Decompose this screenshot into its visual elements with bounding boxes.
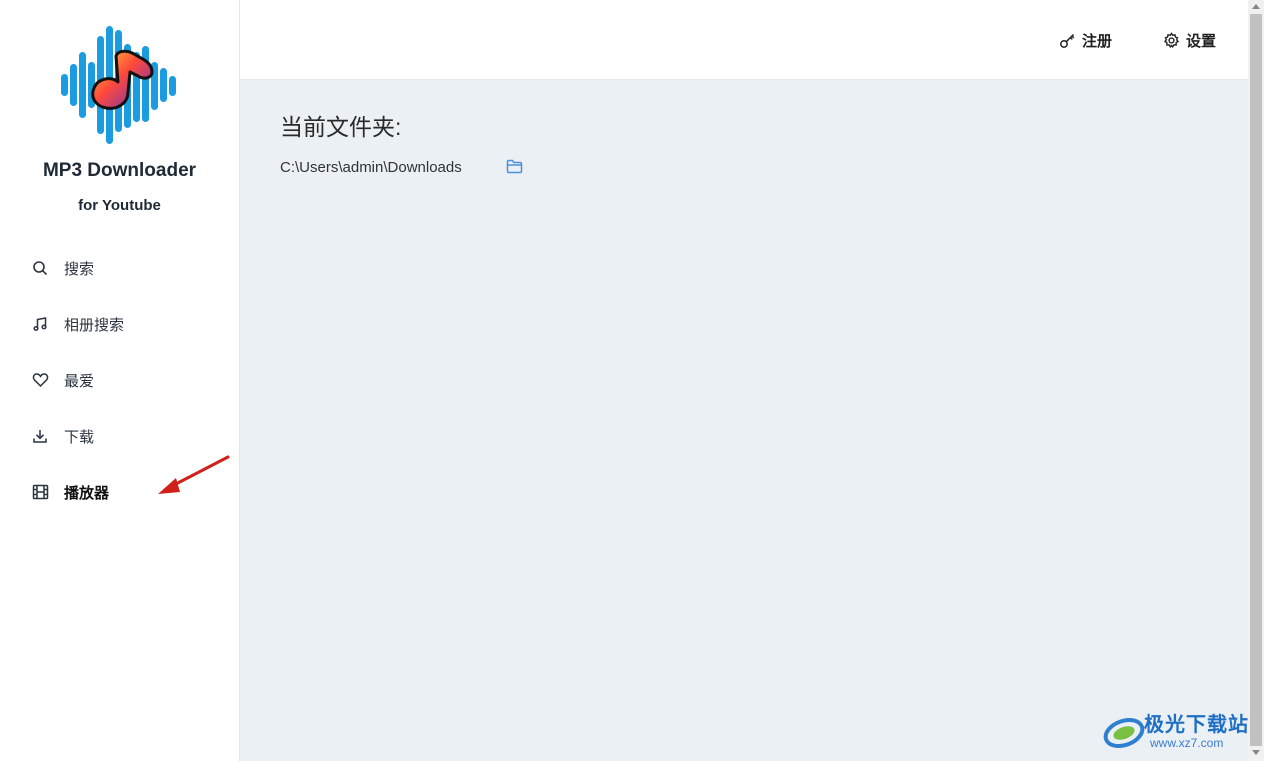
open-folder-button[interactable] <box>506 159 524 177</box>
register-label: 注册 <box>1082 32 1113 50</box>
sidebar-item-label: 搜索 <box>64 260 95 278</box>
key-icon <box>1058 31 1076 49</box>
sidebar-item-label: 下载 <box>64 428 95 446</box>
app-logo <box>56 22 182 146</box>
settings-button[interactable]: 设置 <box>1162 26 1216 54</box>
top-header: 注册 设置 <box>240 0 1248 80</box>
vertical-scrollbar[interactable] <box>1248 0 1264 761</box>
watermark-text: 极光下载站 <box>1144 712 1249 736</box>
folder-icon <box>506 159 523 178</box>
settings-label: 设置 <box>1186 32 1217 50</box>
brand-subtitle: for Youtube <box>78 197 161 214</box>
sidebar-item-album-search[interactable]: 相册搜索 <box>30 310 124 338</box>
watermark-logo-icon <box>1103 717 1145 749</box>
sidebar-item-downloads[interactable]: 下载 <box>30 422 94 450</box>
sidebar-item-search[interactable]: 搜索 <box>30 254 94 282</box>
music-note-icon <box>30 314 50 334</box>
film-icon <box>30 482 50 502</box>
heart-icon <box>30 370 50 390</box>
sidebar-item-favorites[interactable]: 最爱 <box>30 366 94 394</box>
current-folder-heading: 当前文件夹: <box>280 114 402 140</box>
annotation-arrow <box>158 455 230 494</box>
sidebar: MP3 Downloader for Youtube 搜索 相册搜索 最爱 下载… <box>0 0 240 761</box>
watermark: 极光下载站 www.xz7.com <box>1100 705 1260 757</box>
sidebar-item-label: 播放器 <box>64 484 110 502</box>
register-button[interactable]: 注册 <box>1058 26 1112 54</box>
scroll-thumb[interactable] <box>1250 14 1262 746</box>
scroll-up-icon[interactable] <box>1252 4 1260 9</box>
gear-icon <box>1162 31 1180 49</box>
sidebar-item-label: 相册搜索 <box>64 316 125 334</box>
sidebar-item-label: 最爱 <box>64 372 95 390</box>
brand-title: MP3 Downloader <box>42 160 197 181</box>
sidebar-item-player[interactable]: 播放器 <box>30 478 109 506</box>
main-content: 当前文件夹: C:\Users\admin\Downloads <box>240 80 1248 761</box>
download-icon <box>30 426 50 446</box>
current-folder-path: C:\Users\admin\Downloads <box>280 159 462 176</box>
watermark-url: www.xz7.com <box>1150 736 1224 750</box>
search-icon <box>30 258 50 278</box>
